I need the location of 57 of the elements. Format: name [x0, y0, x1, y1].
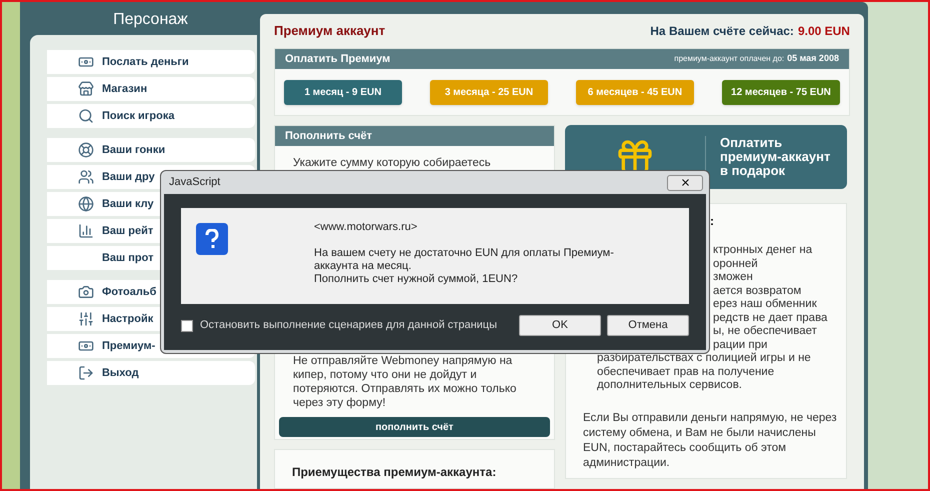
checkbox[interactable] [181, 320, 193, 332]
paid-until-date: 05 мая 2008 [787, 52, 839, 66]
dialog-message-line: аккаунта на месяц. [314, 260, 412, 272]
exit-door-icon [78, 365, 94, 381]
warning-text-line: Не отправляйте Webmoney напрямую на [292, 354, 514, 368]
store-icon [78, 81, 94, 97]
dialog-message-line: На вашем счету не достаточно EUN для оплаты Премиум- [314, 246, 614, 260]
gift-banner-text: Оплатить [720, 136, 784, 150]
intro-text: Укажите сумму которую собираетесь [292, 156, 492, 171]
sidebar-menu-item[interactable]: Послать деньги [46, 50, 255, 74]
dialog-button[interactable]: Отмена [607, 315, 689, 336]
warning-text-line: через эту форму! [292, 396, 387, 410]
premium-plan-button[interactable]: 1 месяц - 9 EUN [284, 80, 402, 104]
balance-value: 9.00 EUN [798, 23, 850, 40]
dialog-origin: <www.motorwars.ru> [314, 220, 418, 235]
gift-banner-text: премиум-аккаунт [720, 150, 830, 164]
gift-banner-text: в подарок [720, 164, 786, 178]
info-text-line: зможен [712, 271, 753, 284]
info-text-line: оронней [712, 258, 758, 271]
top-up-button[interactable]: пополнить счёт [278, 417, 550, 437]
search-icon [78, 108, 94, 124]
warning-text-line: кипер, потому что они не дойдут и [292, 368, 478, 382]
dialog-title: JavaScript [169, 175, 220, 190]
info-text-line: ы, не обеспечивает [712, 325, 817, 338]
balance-label: На Вашем счёте сейчас: [650, 23, 794, 40]
camera-icon [78, 284, 94, 300]
info-note: Если Вы отправили деньги напрямую, не через систему обмена, и Вам не были начислены EUN, постарайтесь сообщить об этом администрации. [582, 410, 838, 470]
globe-icon [78, 196, 94, 212]
question-icon [196, 223, 228, 255]
sidebar-menu-item[interactable]: Ваши гонки [46, 138, 255, 162]
info-text-line: разбирательствах с полицией игры и не [596, 352, 811, 366]
section-title: Оплатить Премиум [284, 52, 390, 67]
info-text-line: рации при [712, 338, 768, 352]
info-text-line: ерез наш обменник [712, 298, 817, 312]
info-text-line: ктронных денег на [712, 244, 812, 258]
sidebar-menu-item[interactable]: Магазин [46, 77, 255, 101]
info-text-line: обеспечивает прав на получение [596, 366, 774, 379]
close-button[interactable] [667, 174, 703, 190]
paid-until-label: премиум-аккаунт оплачен до: [674, 53, 784, 66]
advantages-title: Приемущества премиум-аккаунта: [292, 465, 496, 479]
premium-plan-button[interactable]: 12 месяцев - 75 EUN [722, 80, 840, 104]
dialog-button[interactable]: OK [519, 315, 601, 336]
warning-text-line: потеряются. Отправлять их можно только [292, 382, 518, 396]
sliders-icon [78, 311, 94, 327]
sidebar-menu-item[interactable]: Поиск игрока [46, 104, 255, 128]
info-text-line: ается возвратом [712, 284, 802, 298]
close-icon [680, 177, 690, 188]
bar-chart-icon [78, 223, 94, 239]
people-icon [78, 169, 94, 185]
info-text-line: редств не дает права [712, 312, 828, 325]
info-heading: : [710, 213, 715, 230]
section-title: Пополнить счёт [274, 126, 554, 146]
sidebar-menu-item[interactable]: Выход [46, 361, 255, 385]
sidebar-title: Персонаж [112, 10, 189, 30]
info-text-line: дополнительных сервисов. [596, 379, 742, 392]
dialog-message-line: Пополнить счет нужной суммой, 1EUN? [314, 272, 519, 286]
page-title: Премиум аккаунт [274, 22, 386, 40]
